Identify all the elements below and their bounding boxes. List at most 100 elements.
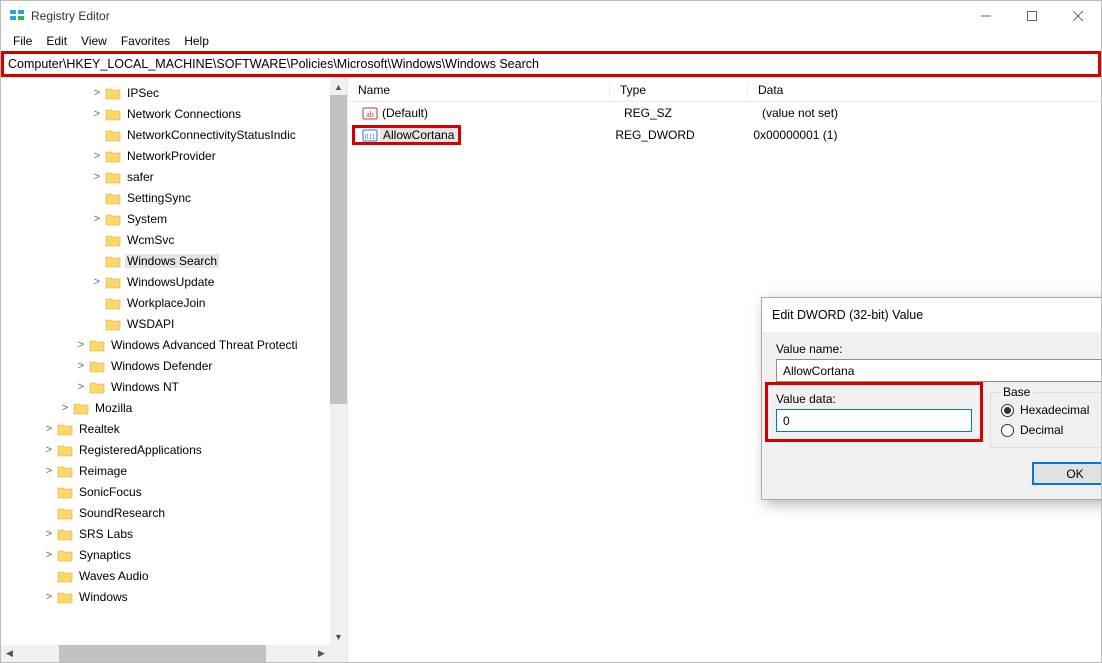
tree-item[interactable]: >IPSec [1,82,347,103]
chevron-right-icon[interactable]: > [89,87,105,99]
tree-label: RegisteredApplications [77,443,204,457]
value-type: REG_DWORD [605,128,743,142]
list-rows: ab(Default)REG_SZ(value not set)011Allow… [348,102,1101,146]
col-type[interactable]: Type [610,83,748,97]
value-name: (Default) [380,106,614,120]
scroll-right-icon[interactable]: ▶ [313,645,330,662]
menu-file[interactable]: File [7,32,38,50]
tree-item[interactable]: NetworkConnectivityStatusIndic [1,124,347,145]
close-button[interactable] [1055,1,1101,31]
tree-item[interactable]: >Realtek [1,418,347,439]
chevron-right-icon[interactable]: > [73,339,89,351]
tree-item[interactable]: >Synaptics [1,544,347,565]
tree-item[interactable]: WorkplaceJoin [1,292,347,313]
folder-icon [89,380,105,394]
menu-edit[interactable]: Edit [40,32,73,50]
chevron-right-icon[interactable]: > [57,402,73,414]
tree-label: Network Connections [125,107,243,121]
tree-item[interactable]: > Mozilla [1,397,347,418]
titlebar[interactable]: Registry Editor [1,1,1101,31]
tree-label: NetworkProvider [125,149,218,163]
tree-item[interactable]: > Windows Defender [1,355,347,376]
chevron-right-icon[interactable]: > [41,465,57,477]
scroll-left-icon[interactable]: ◀ [1,645,18,662]
list-row[interactable]: ab(Default)REG_SZ(value not set) [348,102,1101,124]
col-name[interactable]: Name [348,83,610,97]
tree-label: Windows [77,590,130,604]
chevron-right-icon[interactable]: > [89,171,105,183]
folder-icon [105,191,121,205]
chevron-right-icon[interactable]: > [89,213,105,225]
dialog-title: Edit DWORD (32-bit) Value [772,308,923,322]
tree-item[interactable]: > NetworkProvider [1,145,347,166]
chevron-right-icon[interactable]: > [89,276,105,288]
chevron-right-icon[interactable]: > [89,108,105,120]
folder-icon [89,359,105,373]
value-data-field[interactable] [776,409,972,432]
tree-scrollbar-horizontal[interactable]: ◀ ▶ [1,645,330,662]
tree-label: Mozilla [93,401,134,415]
tree-item[interactable]: > Windows [1,586,347,607]
chevron-right-icon[interactable]: > [41,528,57,540]
tree-item[interactable]: > Network Connections [1,103,347,124]
chevron-right-icon[interactable]: > [41,591,57,603]
folder-icon [105,296,121,310]
tree-item[interactable]: Windows Search [1,250,347,271]
menu-favorites[interactable]: Favorites [115,32,176,50]
list-pane: Name Type Data ab(Default)REG_SZ(value n… [348,78,1101,662]
tree-item[interactable]: > Windows Advanced Threat Protecti [1,334,347,355]
tree-label: SettingSync [125,191,193,205]
chevron-right-icon[interactable]: > [73,381,89,393]
folder-icon [105,233,121,247]
list-header[interactable]: Name Type Data [348,78,1101,102]
ok-button[interactable]: OK [1032,462,1101,485]
value-name-label: Value name: [776,342,1101,356]
menu-help[interactable]: Help [178,32,215,50]
reg-dword-icon: 011 [360,127,380,143]
chevron-right-icon[interactable]: > [73,360,89,372]
chevron-right-icon[interactable]: > [41,444,57,456]
tree-item[interactable]: SettingSync [1,187,347,208]
radio-dot-icon [1001,404,1014,417]
tree-label: Windows Defender [109,359,214,373]
maximize-button[interactable] [1009,1,1055,31]
scroll-down-icon[interactable]: ▼ [330,628,347,645]
menu-view[interactable]: View [75,32,113,50]
address-bar[interactable]: Computer\HKEY_LOCAL_MACHINE\SOFTWARE\Pol… [3,53,1099,75]
tree-label: SonicFocus [77,485,144,499]
radio-hex-label: Hexadecimal [1020,403,1089,417]
svg-text:011: 011 [365,133,376,141]
tree-item[interactable]: >safer [1,166,347,187]
folder-icon [57,464,73,478]
dialog-titlebar[interactable]: Edit DWORD (32-bit) Value ✕ [762,298,1101,332]
tree-scrollbar-vertical[interactable]: ▲ ▼ [330,78,347,645]
value-data-label: Value data: [776,392,972,406]
tree-item[interactable]: > WindowsUpdate [1,271,347,292]
tree-label: System [125,212,169,226]
tree-item[interactable]: >Windows NT [1,376,347,397]
scroll-up-icon[interactable]: ▲ [330,78,347,95]
tree-view[interactable]: >IPSec>Network ConnectionsNetworkConnect… [1,78,347,662]
tree-item[interactable]: > System [1,208,347,229]
tree-label: Windows Advanced Threat Protecti [109,338,300,352]
chevron-right-icon[interactable]: > [41,549,57,561]
chevron-right-icon[interactable]: > [89,150,105,162]
tree-label: WindowsUpdate [125,275,216,289]
tree-item[interactable]: WcmSvc [1,229,347,250]
tree-item[interactable]: >SRS Labs [1,523,347,544]
base-label: Base [999,385,1034,399]
tree-item[interactable]: WSDAPI [1,313,347,334]
radio-dec[interactable]: Decimal [1001,423,1101,437]
tree-item[interactable]: Waves Audio [1,565,347,586]
chevron-right-icon[interactable]: > [41,423,57,435]
tree-item[interactable]: SonicFocus [1,481,347,502]
tree-item[interactable]: >Reimage [1,460,347,481]
radio-hex[interactable]: Hexadecimal [1001,403,1101,417]
minimize-button[interactable] [963,1,1009,31]
tree-item[interactable]: > RegisteredApplications [1,439,347,460]
menubar: FileEditViewFavoritesHelp [1,31,1101,51]
list-row[interactable]: 011AllowCortanaREG_DWORD0x00000001 (1) [348,124,1101,146]
col-data[interactable]: Data [748,83,1101,97]
value-name-field[interactable] [776,359,1101,382]
tree-item[interactable]: SoundResearch [1,502,347,523]
